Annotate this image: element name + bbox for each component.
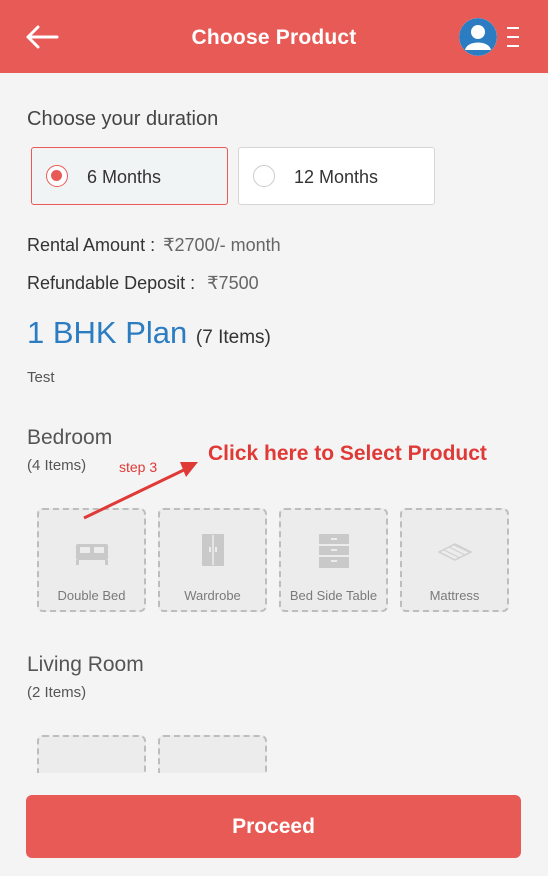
menu-icon[interactable] [505, 24, 521, 50]
plan-name: 1 BHK Plan [27, 315, 188, 350]
bed-icon [76, 544, 108, 565]
mattress-icon [437, 543, 473, 561]
rental-amount-value: ₹2700/- month [163, 235, 281, 255]
room-name: Living Room [27, 653, 144, 676]
drawer-icon [319, 534, 349, 568]
room-item-count: (4 Items) [27, 457, 87, 474]
product-label: Wardrobe [184, 588, 241, 603]
product-tile-wardrobe[interactable]: Wardrobe [158, 508, 267, 612]
product-label: Double Bed [57, 588, 126, 603]
plan-title: 1 BHK Plan (7 Items) [27, 315, 271, 351]
room-item-count: (2 Items) [27, 684, 87, 701]
deposit-value: ₹7500 [207, 273, 259, 293]
deposit-label: Refundable Deposit : [27, 273, 196, 293]
annotation-text: Click here to Select Product [208, 442, 487, 465]
product-tile-double-bed[interactable]: Double Bed [37, 508, 146, 612]
proceed-button[interactable]: Proceed [26, 795, 521, 858]
duration-heading: Choose your duration [27, 108, 219, 130]
duration-option-12-months[interactable]: 12 Months [238, 147, 435, 205]
room-name: Bedroom [27, 426, 113, 449]
annotation-step: step 3 [119, 459, 158, 475]
product-tile-bed-side-table[interactable]: Bed Side Table [279, 508, 388, 612]
radio-unselected-icon[interactable] [253, 165, 275, 187]
product-tile-mattress[interactable]: Mattress [400, 508, 509, 612]
wardrobe-icon [202, 534, 224, 566]
plan-item-count: (7 Items) [195, 327, 271, 348]
radio-selected-icon[interactable] [46, 165, 68, 187]
rental-amount: Rental Amount : ₹2700/- month [27, 235, 281, 256]
product-label: Bed Side Table [289, 588, 378, 603]
refundable-deposit: Refundable Deposit : ₹7500 [27, 273, 259, 294]
duration-option-6-months[interactable]: 6 Months [31, 147, 228, 205]
user-avatar-icon[interactable] [459, 18, 497, 56]
duration-option-label: 6 Months [87, 167, 162, 187]
duration-option-label: 12 Months [294, 167, 379, 187]
app-header: Choose Product [0, 0, 548, 73]
product-label: Mattress [429, 588, 480, 603]
plan-description: Test [27, 369, 55, 386]
rental-amount-label: Rental Amount : [27, 235, 156, 255]
